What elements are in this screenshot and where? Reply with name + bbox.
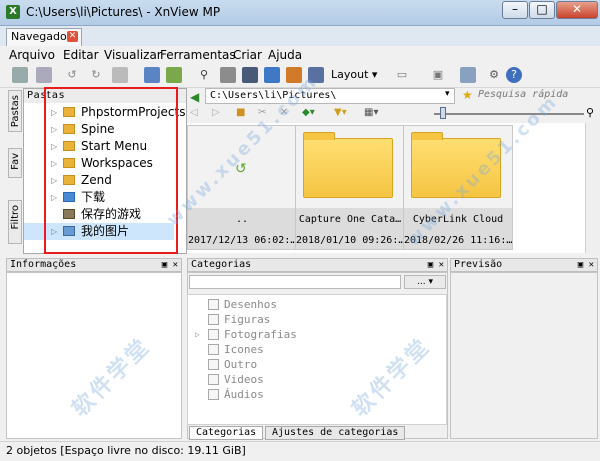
view-mode-icon[interactable]: ▦▾ <box>364 107 378 118</box>
sort-icon[interactable]: ◆▾ <box>302 107 315 118</box>
rotate-left-icon[interactable]: ↺ <box>64 67 80 83</box>
view-icon[interactable]: ▭ <box>394 67 410 83</box>
vertical-scrollbar[interactable] <box>585 123 599 253</box>
new-folder-icon[interactable]: ■ <box>236 107 245 118</box>
side-tab-filtro[interactable]: Filtro <box>8 200 22 244</box>
window-title: C:\Users\li\Pictures\ - XnView MP <box>26 5 221 19</box>
copy-to-icon[interactable] <box>166 67 182 83</box>
address-dropdown-icon[interactable]: ▾ <box>445 89 450 99</box>
compare-icon[interactable] <box>264 67 280 83</box>
filter-icon[interactable]: ▼▾ <box>334 107 347 118</box>
maximize-button[interactable]: □ <box>529 1 555 19</box>
menu-visualizar[interactable]: Visualizar <box>104 48 162 62</box>
panel-title-text: Categorias <box>191 259 252 270</box>
category-checkbox[interactable] <box>208 374 219 385</box>
categories-dropdown[interactable]: ... ▾ <box>404 275 446 289</box>
panel-controls[interactable]: ▣ ✕ <box>578 259 594 271</box>
status-text: 2 objetos [Espaço livre no disco: 19.11 … <box>6 444 246 457</box>
categories-filter-input[interactable] <box>189 275 401 289</box>
expand-arrow-icon[interactable]: ▷ <box>195 327 200 342</box>
settings-icon[interactable]: ⚙ <box>486 67 502 83</box>
wallpaper-icon[interactable] <box>112 67 128 83</box>
zoom-icon[interactable]: ⚲ <box>586 106 594 119</box>
tab-label: Navegador <box>11 30 72 43</box>
category-checkbox[interactable] <box>208 314 219 325</box>
category-checkbox[interactable] <box>208 344 219 355</box>
minimize-button[interactable]: – <box>502 1 528 19</box>
side-tab-label: Pastas <box>9 95 21 128</box>
category-label: Fotografias <box>224 328 297 341</box>
preview-panel <box>450 272 598 439</box>
thumbnail-image <box>296 126 404 208</box>
category-checkbox[interactable] <box>208 329 219 340</box>
category-label: Videos <box>224 373 264 386</box>
category-checkbox[interactable] <box>208 299 219 310</box>
info-panel-title: Informações ▣ ✕ <box>6 258 182 272</box>
side-tab-fav[interactable]: Fav <box>8 148 22 178</box>
menu-ajuda[interactable]: Ajuda <box>268 48 302 62</box>
help-icon[interactable]: ? <box>506 67 522 83</box>
panel-title-text: Previsão <box>454 259 503 270</box>
print-icon[interactable] <box>220 67 236 83</box>
fullscreen-icon[interactable] <box>12 67 28 83</box>
close-button[interactable]: ✕ <box>556 1 598 19</box>
menu-arquivo[interactable]: Arquivo <box>9 48 55 62</box>
layout-button[interactable]: Layout ▾ <box>331 68 377 81</box>
xnview-icon: X <box>6 5 20 19</box>
category-label: Figuras <box>224 313 271 326</box>
address-input[interactable]: C:\Users\li\Pictures\ <box>205 88 455 104</box>
slideshow-icon[interactable] <box>36 67 52 83</box>
categories-panel-title: Categorias ▣ ✕ <box>187 258 448 272</box>
window-icon[interactable]: ▣ <box>430 67 446 83</box>
back-icon[interactable]: ◀ <box>190 90 199 104</box>
panel-title-text: Informações <box>10 259 77 270</box>
category-checkbox[interactable] <box>208 359 219 370</box>
category-label: Outro <box>224 358 258 371</box>
thumbnail-date: 2018/01/10 09:26:… <box>296 235 405 246</box>
tab-navegador[interactable]: Navegador ✕ <box>6 28 82 46</box>
category-checkbox[interactable] <box>208 389 219 400</box>
thumbnail-name: .. <box>235 214 249 225</box>
tab-ajustes-categorias[interactable]: Ajustes de categorias <box>265 426 406 440</box>
thumbnail-date: 2017/12/13 06:02:… <box>188 235 297 246</box>
find-icon[interactable]: ⚲ <box>196 67 212 83</box>
thumbnail-item[interactable]: Capture One Cata… 2018/01/10 09:26:… <box>295 125 405 250</box>
nav-forward-icon[interactable]: ▷ <box>212 107 220 118</box>
panel-controls[interactable]: ▣ ✕ <box>428 259 444 271</box>
slider-thumb[interactable] <box>440 107 446 119</box>
layout-label: Layout <box>331 68 369 81</box>
folder-icon <box>303 132 393 198</box>
close-tab-icon[interactable]: ✕ <box>67 31 78 42</box>
category-label: Icones <box>224 343 264 356</box>
rotate-right-icon[interactable]: ↻ <box>88 67 104 83</box>
network-icon[interactable] <box>460 67 476 83</box>
tab-strip <box>0 26 600 46</box>
thumbnail-size-slider[interactable] <box>434 113 584 115</box>
preview-panel-title: Previsão ▣ ✕ <box>450 258 598 272</box>
scan-icon[interactable] <box>242 67 258 83</box>
category-label: Áudios <box>224 388 264 401</box>
edit-icon[interactable] <box>144 67 160 83</box>
thumbnail-name: Capture One Cata… <box>298 214 402 225</box>
side-tab-label: Filtro <box>9 205 21 230</box>
menu-editar[interactable]: Editar <box>63 48 99 62</box>
menu-criar[interactable]: Criar <box>233 48 262 62</box>
side-tab-label: Fav <box>9 153 21 170</box>
side-tab-pastas[interactable]: Pastas <box>8 90 22 132</box>
panel-controls[interactable]: ▣ ✕ <box>162 259 178 271</box>
category-label: Desenhos <box>224 298 277 311</box>
highlight-annotation <box>44 87 178 254</box>
menu-ferramentas[interactable]: Ferramentas <box>160 48 236 62</box>
star-icon[interactable]: ★ <box>462 88 473 102</box>
dropdown-label: ... <box>417 277 426 287</box>
nav-back-icon[interactable]: ◁ <box>190 107 198 118</box>
tab-categorias[interactable]: Categorias <box>189 426 264 440</box>
